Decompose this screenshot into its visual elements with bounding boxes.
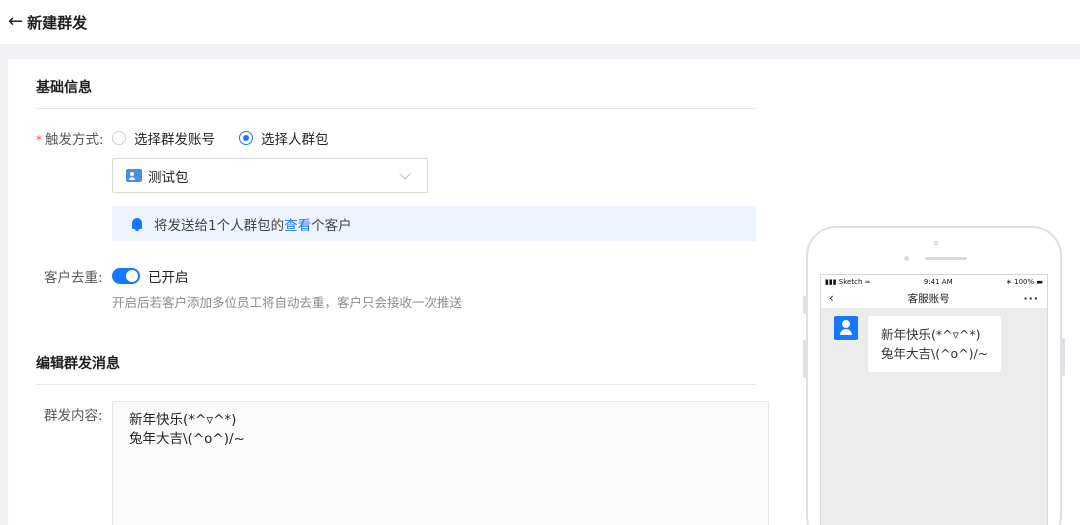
section-title-basic: 基础信息 — [36, 80, 92, 96]
trigger-radio-group: 选择群发账号 选择人群包 — [112, 128, 353, 148]
radio-select-crowd-package[interactable]: 选择人群包 — [239, 128, 329, 148]
notice-prefix: 将发送给1个人群包的 — [154, 217, 285, 234]
bubble-line: 新年快乐(*^▿^*) — [881, 327, 981, 342]
signal-icon: ▮▮▮ — [825, 277, 837, 286]
divider — [36, 384, 756, 385]
dedup-switch[interactable] — [112, 268, 140, 284]
content-label: 群发内容: — [44, 408, 103, 424]
more-icon[interactable]: ··· — [1023, 292, 1039, 305]
select-value: 测试包 — [148, 169, 189, 186]
phone-side-button — [1062, 338, 1065, 376]
section-title-message: 编辑群发消息 — [36, 356, 120, 372]
bubble-line: 兔年大吉\(^o^)/~ — [881, 346, 989, 361]
top-bar: ← 新建群发 — [0, 0, 1080, 44]
required-star: * — [36, 133, 42, 147]
notice-bar: 将发送给1个人群包的 查看 个客户 — [112, 206, 756, 241]
dedup-status: 已开启 — [148, 270, 189, 286]
phone-camera — [934, 241, 938, 245]
crowd-package-icon — [126, 169, 142, 182]
chat-bubble: 新年快乐(*^▿^*) 兔年大吉\(^o^)/~ — [868, 316, 1002, 372]
chevron-down-icon — [399, 167, 411, 180]
dedup-hint: 开启后若客户添加多位员工将自动去重，客户只会接收一次推送 — [112, 295, 463, 310]
phone-status-bar: ▮▮▮ Sketch ≈ 9:41 AM ∗ 100% ▬ — [821, 275, 1047, 288]
phone-speaker — [925, 257, 967, 260]
chevron-left-icon[interactable]: ‹ — [829, 291, 834, 305]
phone-side-button — [803, 296, 806, 314]
phone-nav-title: 客服账号 — [907, 292, 950, 305]
radio-checked-icon — [239, 131, 253, 145]
chat-message: 新年快乐(*^▿^*) 兔年大吉\(^o^)/~ — [834, 316, 1002, 372]
wifi-icon: ≈ — [864, 277, 871, 286]
status-time: 9:41 AM — [923, 277, 953, 286]
crowd-package-select[interactable]: 测试包 — [112, 158, 428, 193]
avatar — [834, 316, 858, 340]
page-title: 新建群发 — [27, 13, 88, 32]
radio-select-account[interactable]: 选择群发账号 — [112, 128, 215, 148]
trigger-label: * 触发方式: — [36, 132, 104, 148]
dedup-toggle-row: 已开启 — [112, 266, 189, 286]
phone-preview: ▮▮▮ Sketch ≈ 9:41 AM ∗ 100% ▬ ‹ 客服账号 ···… — [803, 226, 1065, 525]
status-battery: ∗ 100% ▬ — [1006, 277, 1043, 286]
radio-unchecked-icon — [112, 131, 126, 145]
battery-icon: ▬ — [1036, 277, 1043, 286]
view-link[interactable]: 查看 — [284, 214, 311, 234]
bell-icon — [132, 218, 142, 231]
dedup-label: 客户去重: — [44, 270, 103, 286]
phone-screen: ▮▮▮ Sketch ≈ 9:41 AM ∗ 100% ▬ ‹ 客服账号 ···… — [820, 274, 1048, 525]
notice-suffix: 个客户 — [311, 217, 352, 234]
status-carrier: ▮▮▮ Sketch ≈ — [825, 277, 871, 286]
bluetooth-icon: ∗ — [1006, 277, 1012, 286]
phone-sensor — [904, 256, 909, 261]
phone-side-button — [803, 340, 806, 378]
message-content-textarea[interactable]: 新年快乐(*^▿^*) 兔年大吉\(^o^)/~ — [112, 401, 769, 525]
content-line: 新年快乐(*^▿^*) — [129, 412, 237, 428]
divider — [36, 108, 756, 109]
back-arrow-icon[interactable]: ← — [8, 13, 23, 31]
content-line: 兔年大吉\(^o^)/~ — [129, 431, 245, 447]
phone-nav-bar: ‹ 客服账号 ··· — [821, 288, 1047, 308]
